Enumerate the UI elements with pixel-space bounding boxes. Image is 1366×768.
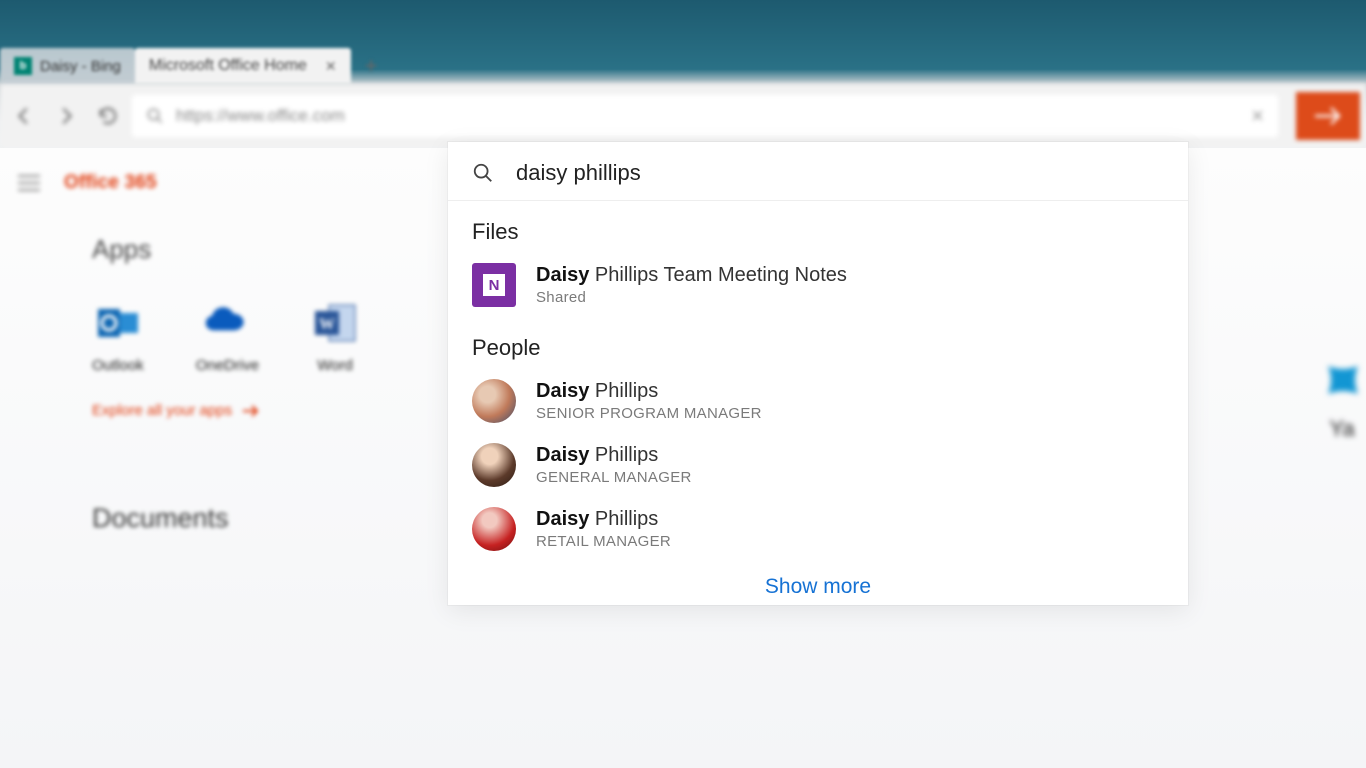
person-result[interactable]: Daisy Phillips SENIOR PROGRAM MANAGER — [448, 369, 1188, 433]
new-tab-button[interactable]: + — [351, 48, 387, 84]
explore-label: Explore all your apps — [92, 402, 232, 419]
search-icon — [472, 162, 494, 184]
app-label: Word — [317, 357, 353, 374]
show-more-link[interactable]: Show more — [448, 561, 1188, 605]
onenote-icon — [472, 263, 516, 307]
avatar — [472, 507, 516, 551]
refresh-button[interactable] — [90, 98, 126, 134]
search-panel: Files Daisy Phillips Team Meeting Notes … — [448, 142, 1188, 605]
browser-tab-strip: b Daisy - Bing Microsoft Office Home ✕ + — [0, 0, 1366, 84]
explore-apps-link[interactable]: Explore all your apps — [92, 402, 359, 419]
page-body: Office 365 Apps Outlook OneDrive W Wor — [0, 148, 1366, 768]
word-icon: W — [311, 299, 359, 347]
go-button[interactable] — [1296, 92, 1360, 140]
back-button[interactable] — [6, 98, 42, 134]
app-tile-word[interactable]: W Word — [311, 299, 359, 374]
app-label: OneDrive — [196, 357, 259, 374]
search-icon — [146, 107, 164, 125]
search-input[interactable] — [516, 160, 1164, 186]
browser-toolbar: https://www.office.com × — [0, 84, 1366, 148]
svg-text:W: W — [319, 316, 335, 333]
apps-heading: Apps — [92, 234, 359, 265]
person-name: Daisy Phillips — [536, 508, 671, 531]
avatar — [472, 379, 516, 423]
right-peek-label: Ya — [1329, 416, 1354, 442]
browser-tab-bing[interactable]: b Daisy - Bing — [0, 48, 135, 84]
person-role: SENIOR PROGRAM MANAGER — [536, 405, 762, 422]
file-result[interactable]: Daisy Phillips Team Meeting Notes Shared — [448, 253, 1188, 317]
tab-label: Microsoft Office Home — [149, 57, 307, 75]
app-label: Outlook — [92, 357, 144, 374]
person-result[interactable]: Daisy Phillips GENERAL MANAGER — [448, 433, 1188, 497]
people-group-title: People — [448, 317, 1188, 369]
clear-icon[interactable]: × — [1251, 103, 1264, 129]
app-tile-onedrive[interactable]: OneDrive — [196, 299, 259, 374]
address-bar[interactable]: https://www.office.com × — [132, 95, 1278, 137]
close-icon[interactable]: ✕ — [325, 58, 337, 75]
yammer-icon — [1318, 358, 1366, 402]
arrow-right-icon — [242, 405, 260, 417]
avatar — [472, 443, 516, 487]
onedrive-icon — [203, 299, 251, 347]
browser-tab-office[interactable]: Microsoft Office Home ✕ — [135, 48, 351, 84]
person-name: Daisy Phillips — [536, 444, 692, 467]
right-peek-app[interactable]: Ya — [1312, 358, 1366, 528]
documents-heading: Documents — [92, 503, 359, 534]
person-role: RETAIL MANAGER — [536, 533, 671, 550]
address-text: https://www.office.com — [176, 106, 1239, 126]
file-subtitle: Shared — [536, 289, 847, 306]
outlook-icon — [94, 299, 142, 347]
tab-label: Daisy - Bing — [40, 58, 121, 75]
brand-label: Office 365 — [64, 172, 157, 194]
bing-favicon-icon: b — [14, 57, 32, 75]
search-row — [448, 142, 1188, 201]
person-result[interactable]: Daisy Phillips RETAIL MANAGER — [448, 497, 1188, 561]
app-tile-outlook[interactable]: Outlook — [92, 299, 144, 374]
forward-button[interactable] — [48, 98, 84, 134]
hamburger-icon[interactable] — [18, 175, 40, 191]
apps-row: Outlook OneDrive W Word — [92, 299, 359, 374]
person-name: Daisy Phillips — [536, 380, 762, 403]
person-role: GENERAL MANAGER — [536, 469, 692, 486]
files-group-title: Files — [448, 201, 1188, 253]
plus-icon: + — [365, 53, 378, 79]
file-title: Daisy Phillips Team Meeting Notes — [536, 264, 847, 287]
left-column: Apps Outlook OneDrive W Word — [92, 234, 359, 568]
